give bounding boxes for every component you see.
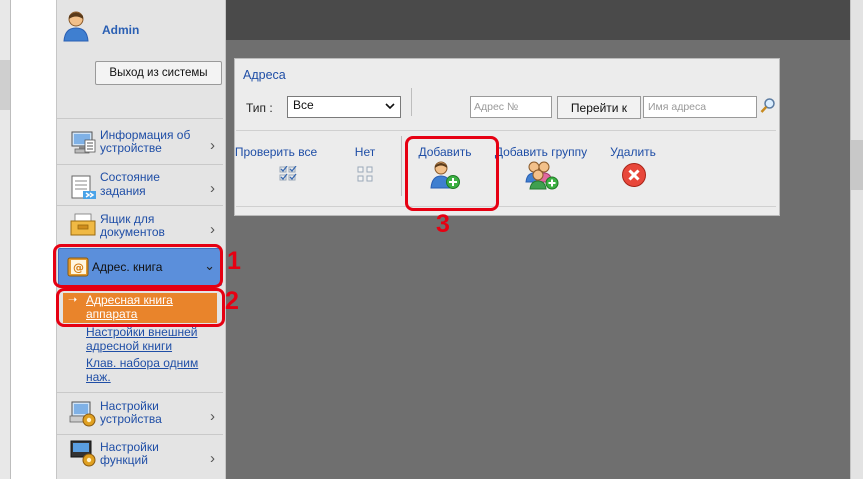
chevron-right-icon: › — [210, 450, 215, 467]
function-settings-icon — [70, 440, 96, 467]
panel-divider — [236, 130, 776, 131]
delete-label[interactable]: Удалить — [604, 145, 662, 159]
none-label[interactable]: Нет — [348, 145, 382, 159]
subitem-label: адресной книги — [86, 339, 173, 353]
subitem-label: Клав. набора одним — [86, 356, 199, 370]
chevron-down-icon — [385, 103, 395, 110]
logout-button[interactable]: Выход из системы — [95, 61, 222, 85]
callout-box-3 — [405, 136, 499, 211]
search-icon[interactable] — [760, 97, 776, 115]
chevron-right-icon: › — [210, 137, 215, 154]
sidebar-divider — [57, 118, 223, 119]
left-edge-scroll-thumb[interactable] — [0, 60, 10, 110]
device-settings-icon — [69, 401, 96, 427]
toolbar-divider — [401, 136, 402, 196]
address-name-placeholder: Имя адреса — [648, 101, 707, 113]
goto-button[interactable]: Перейти к — [557, 96, 641, 119]
sidebar-item-label: функций — [100, 453, 148, 467]
sidebar-item-device-settings[interactable]: Настройки устройства › — [57, 393, 223, 438]
right-scrollbar[interactable] — [850, 0, 863, 479]
sidebar-item-label: устройстве — [100, 141, 162, 155]
right-scroll-thumb[interactable] — [851, 140, 863, 190]
delete-icon[interactable] — [621, 162, 647, 188]
sidebar-subitem-external-address-book[interactable]: Настройки внешней адресной книги — [86, 325, 197, 353]
address-number-placeholder: Адрес № — [474, 101, 519, 113]
uncheck-all-icon[interactable] — [357, 166, 373, 182]
callout-number-3: 3 — [436, 210, 450, 238]
main-header-bar — [226, 0, 850, 40]
add-group-label[interactable]: Добавить группу — [491, 145, 591, 159]
type-select-value: Все — [293, 98, 314, 112]
check-all-label[interactable]: Проверить все — [233, 145, 319, 159]
document-box-icon — [70, 213, 96, 236]
device-info-icon — [71, 131, 96, 154]
sidebar-item-label: устройства — [100, 412, 162, 426]
sidebar-item-device-info[interactable]: Информация об устройстве › — [57, 122, 223, 167]
sidebar-item-label: задания — [100, 184, 146, 198]
callout-box-2 — [56, 288, 225, 327]
chevron-right-icon: › — [210, 180, 215, 197]
admin-user-icon — [63, 11, 89, 42]
sidebar-item-job-status[interactable]: Состояние задания › — [57, 165, 223, 210]
subitem-label: наж. — [86, 370, 111, 384]
subitem-label: Настройки внешней — [86, 325, 198, 339]
panel-divider — [236, 206, 776, 207]
addresses-panel — [234, 58, 780, 216]
job-status-icon — [71, 175, 96, 199]
sidebar-item-label: документов — [100, 225, 165, 239]
sidebar-item-label: Состояние — [100, 170, 160, 184]
callout-box-1 — [53, 244, 223, 288]
sidebar-subitem-one-touch-keys[interactable]: Клав. набора одним наж. — [86, 356, 198, 384]
chevron-right-icon: › — [210, 221, 215, 238]
toolbar-divider — [411, 88, 412, 116]
panel-title: Адреса — [243, 68, 286, 82]
callout-number-2: 2 — [225, 287, 239, 315]
sidebar-item-function-settings[interactable]: Настройки функций › — [57, 435, 223, 480]
admin-username: Admin — [102, 23, 140, 37]
add-group-icon[interactable] — [525, 160, 559, 190]
check-all-icon[interactable] — [279, 166, 297, 182]
type-label: Тип : — [246, 101, 273, 115]
chevron-right-icon: › — [210, 408, 215, 425]
callout-number-1: 1 — [227, 247, 241, 275]
